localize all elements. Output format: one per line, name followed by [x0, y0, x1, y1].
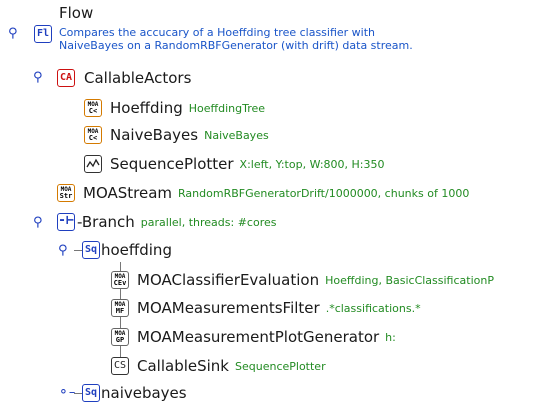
classifier-evaluation-label: MOAClassifierEvaluation: [137, 271, 320, 289]
moa-icon-bottom: CEv: [113, 279, 127, 287]
moa-icon-bottom: Str: [59, 192, 73, 200]
tree-node-moastream[interactable]: MOAStream RandomRBFGeneratorDrift/100000…: [83, 182, 469, 204]
sequence-plotter-icon: [84, 155, 102, 173]
collapse-handle-seq-naivebayes-icon[interactable]: ⚬–: [58, 385, 75, 400]
naivebayes-label: NaiveBayes: [110, 126, 199, 144]
callable-sink-icon: CS: [111, 357, 129, 375]
expand-handle-callable-actors-icon[interactable]: ⚲: [33, 70, 43, 85]
measurements-filter-info: .*classifications.*: [325, 301, 421, 315]
branch-icon: -⊢: [57, 213, 75, 231]
tree-node-branch[interactable]: -Branch parallel, threads: #cores: [77, 211, 276, 233]
callable-sink-info: SequencePlotter: [235, 359, 326, 373]
plot-generator-label: MOAMeasurementPlotGenerator: [137, 328, 380, 346]
tree-node-classifier-evaluation[interactable]: MOAClassifierEvaluation Hoeffding, Basic…: [137, 269, 494, 291]
connector-line: [74, 250, 82, 251]
flow-description: Compares the accucary of a Hoeffding tre…: [59, 26, 413, 52]
tree-node-seq-naivebayes[interactable]: naivebayes: [101, 382, 187, 404]
seq-hoeffding-label: hoeffding: [101, 241, 172, 259]
plot-generator-info: h:: [385, 330, 396, 344]
hoeffding-info: HoeffdingTree: [188, 101, 266, 115]
moa-icon-bottom: MF: [115, 307, 125, 315]
moa-classifier-icon: MOA C<: [84, 126, 102, 144]
sequence-plotter-label: SequencePlotter: [110, 155, 234, 173]
tree-node-callable-actors[interactable]: CallableActors: [84, 67, 191, 89]
branch-info: parallel, threads: #cores: [140, 215, 277, 229]
tree-node-measurements-filter[interactable]: MOAMeasurementsFilter .*classifications.…: [137, 297, 421, 319]
flow-label: Flow: [59, 4, 94, 22]
moa-evaluation-icon: MOA CEv: [111, 271, 129, 289]
naivebayes-info: NaiveBayes: [204, 128, 269, 142]
seq-naivebayes-label: naivebayes: [101, 384, 187, 402]
moa-plot-generator-icon: MOA GP: [111, 328, 129, 346]
moastream-label: MOAStream: [83, 184, 173, 202]
hoeffding-label: Hoeffding: [110, 99, 183, 117]
tree-node-callable-sink[interactable]: CallableSink SequencePlotter: [137, 355, 326, 377]
moastream-info: RandomRBFGeneratorDrift/1000000, chunks …: [178, 186, 470, 200]
measurements-filter-label: MOAMeasurementsFilter: [137, 299, 320, 317]
sequence-plotter-info: X:left, Y:top, W:800, H:350: [239, 157, 385, 171]
tree-node-plot-generator[interactable]: MOAMeasurementPlotGenerator h:: [137, 326, 396, 348]
flow-icon: Fl: [34, 25, 52, 43]
connector-line: [74, 393, 82, 394]
classifier-evaluation-info: Hoeffding, BasicClassificationP: [325, 273, 494, 287]
callable-sink-label: CallableSink: [137, 357, 229, 375]
sequence-hoeffding-icon: Sq: [82, 241, 100, 259]
moa-icon-bottom: GP: [115, 336, 125, 344]
expand-handle-branch-icon[interactable]: ⚲: [33, 215, 43, 230]
expand-handle-flow-icon[interactable]: ⚲: [8, 26, 18, 41]
tree-node-seq-hoeffding[interactable]: hoeffding: [101, 239, 172, 261]
flow-description-line2: NaiveBayes on a RandomRBFGenerator (with…: [59, 39, 413, 52]
expand-handle-seq-hoeffding-icon[interactable]: ⚲: [58, 243, 68, 258]
tree-node-flow-title[interactable]: Flow: [59, 4, 93, 22]
tree-node-hoeffding[interactable]: Hoeffding HoeffdingTree: [110, 97, 265, 119]
callable-actors-label: CallableActors: [84, 69, 192, 87]
tree-node-naivebayes[interactable]: NaiveBayes NaiveBayes: [110, 124, 269, 146]
flow-description-line1: Compares the accucary of a Hoeffding tre…: [59, 26, 376, 39]
branch-label: -Branch: [77, 213, 135, 231]
callable-actors-icon: CA: [57, 69, 75, 87]
sequence-naivebayes-icon: Sq: [82, 384, 100, 402]
moa-stream-icon: MOA Str: [57, 184, 75, 202]
moa-icon-bottom: C<: [88, 134, 98, 142]
moa-icon-bottom: C<: [88, 107, 98, 115]
tree-node-sequence-plotter[interactable]: SequencePlotter X:left, Y:top, W:800, H:…: [110, 153, 384, 175]
moa-classifier-icon: MOA C<: [84, 99, 102, 117]
moa-filter-icon: MOA MF: [111, 299, 129, 317]
